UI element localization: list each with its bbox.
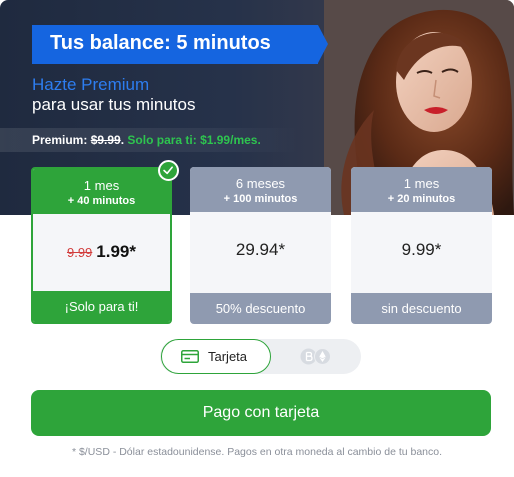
- plan-footer: 50% descuento: [190, 293, 331, 324]
- hazte-premium-heading: Hazte Premium: [32, 75, 150, 94]
- use-minutes-subtitle: para usar tus minutos: [32, 95, 196, 114]
- promo-old-price: $9.99: [90, 133, 121, 147]
- promo-period-dot: .: [120, 133, 125, 147]
- plan-footer: ¡Solo para ti!: [33, 291, 170, 322]
- plan-card-6-months-100[interactable]: 6 meses + 100 minutos 29.94* 50% descuen…: [190, 167, 331, 324]
- plan-old-price: 9.99: [66, 245, 93, 260]
- plan-header: 1 mes + 20 minutos: [351, 167, 492, 212]
- balance-text: Tus balance: 5 minutos: [50, 32, 271, 54]
- plan-minutes: + 40 minutos: [67, 195, 136, 207]
- pay-with-card-button[interactable]: Pago con tarjeta: [31, 390, 491, 436]
- ethereum-icon: [314, 348, 331, 365]
- plan-minutes: + 20 minutos: [387, 193, 456, 205]
- plan-price: 9.99 1.99*: [33, 242, 170, 262]
- plan-period: 1 mes: [403, 176, 440, 191]
- premium-offer-card: Tus balance: 5 minutos Hazte Premium par…: [0, 0, 514, 477]
- plan-period: 1 mes: [83, 178, 120, 193]
- plan-price: 29.94*: [235, 240, 286, 259]
- currency-footnote: * $/USD - Dólar estadounidense. Pagos en…: [71, 446, 443, 458]
- plan-minutes: + 100 minutos: [223, 193, 298, 205]
- card-payment-tab[interactable]: Tarjeta: [161, 339, 271, 374]
- promo-offer: Solo para ti: $1.99/mes.: [127, 133, 261, 147]
- plan-card-1-month-40[interactable]: 1 mes + 40 minutos 9.99 1.99* ¡Solo para …: [31, 167, 172, 324]
- plan-card-1-month-20[interactable]: 1 mes + 20 minutos 9.99* sin descuento: [351, 167, 492, 324]
- plan-new-price: 1.99*: [96, 242, 136, 261]
- plan-period: 6 meses: [235, 176, 286, 191]
- plan-price: 9.99*: [401, 240, 442, 259]
- plan-footer: sin descuento: [351, 293, 492, 324]
- crypto-payment-tab[interactable]: [270, 339, 361, 374]
- credit-card-icon: [181, 350, 199, 363]
- promo-text: Premium: $9.99. Solo para ti: $1.99/mes.: [32, 133, 261, 147]
- check-icon: [158, 160, 179, 181]
- promo-label: Premium:: [32, 133, 91, 147]
- plan-header: 6 meses + 100 minutos: [190, 167, 331, 212]
- card-tab-label: Tarjeta: [208, 349, 248, 364]
- plan-header: 1 mes + 40 minutos: [33, 169, 170, 214]
- balance-banner: Tus balance: 5 minutos: [32, 25, 328, 64]
